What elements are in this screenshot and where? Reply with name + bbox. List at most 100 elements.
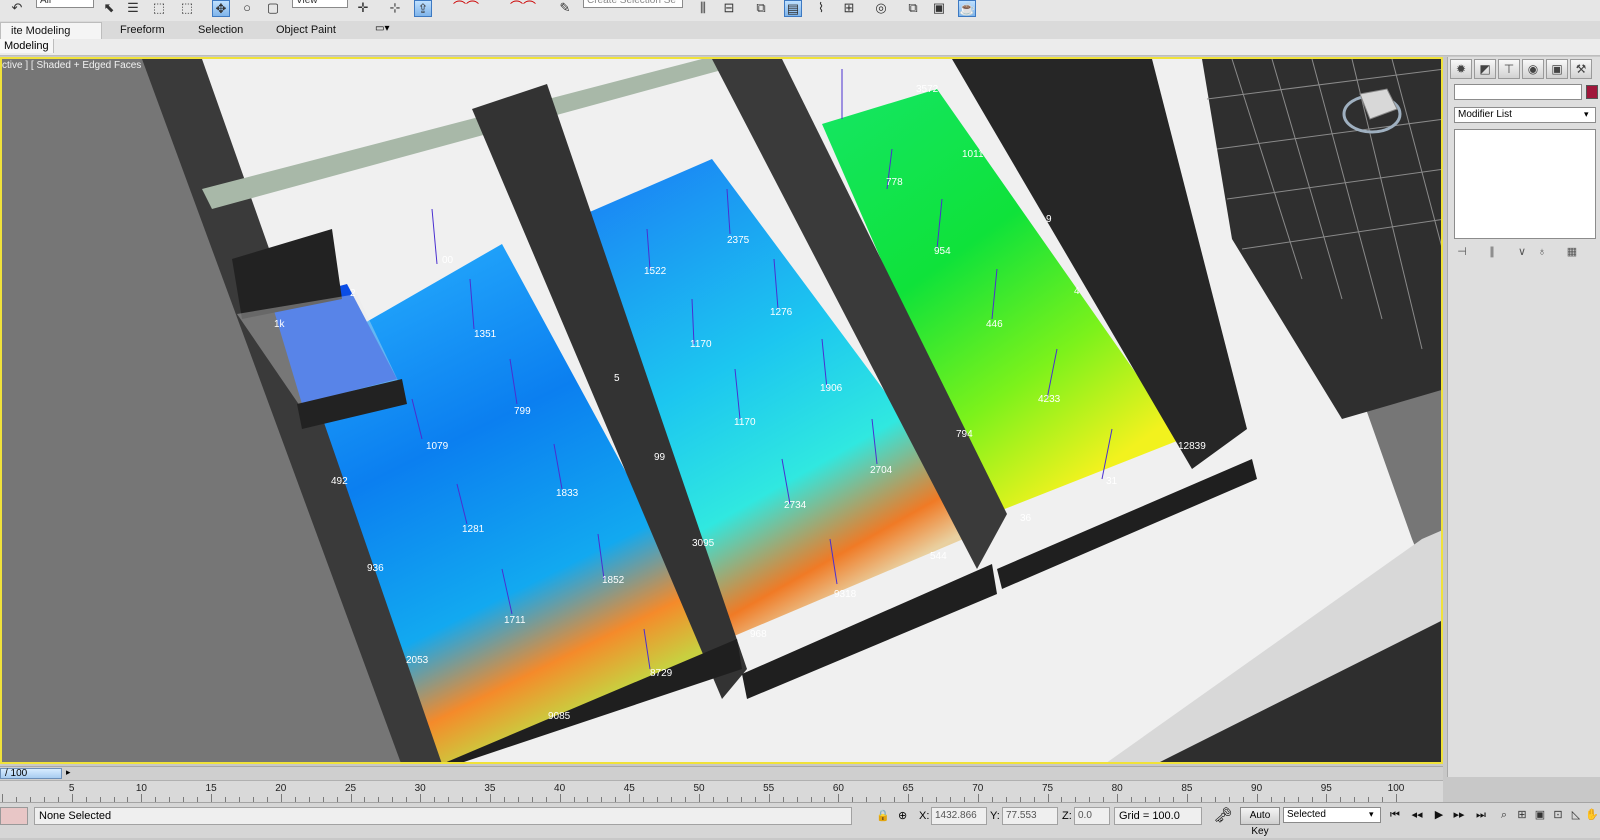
object-name-field[interactable] [1454,84,1582,100]
perspective-viewport[interactable]: 3572 1011 778 954 446 4233 794 9 4 12839 31 36 544 93… [0,57,1443,764]
set-key-icon[interactable]: 🗝 [1208,807,1238,825]
window-crossing-icon[interactable]: ⬚ [178,0,196,15]
modeling-panel-label[interactable]: Modeling [0,39,54,53]
modifier-list-dropdown[interactable]: Modifier List [1454,107,1596,123]
modifier-stack[interactable] [1454,129,1596,239]
align-icon[interactable]: ⊟ [720,0,738,15]
frame-tick [699,794,700,802]
undo-icon[interactable]: ↶ [8,0,26,15]
display-icon[interactable]: ▣ [1546,59,1568,79]
render-production-button[interactable]: ☕ [958,0,976,17]
ribbon-tab-bar: ite Modeling Tools Freeform Selection Ob… [0,21,1600,53]
key-filter-dropdown[interactable]: Selected [1283,807,1381,823]
frame-tick-label: 45 [623,783,635,794]
illuminance-value: 9 [1046,214,1052,225]
curve-editor-icon[interactable]: ⌇ [812,0,830,15]
remove-modifier-icon[interactable]: ♁ [1534,245,1550,259]
tab-freeform[interactable]: Freeform [110,22,175,38]
illuminance-value: 446 [986,319,1003,330]
snap-toggle-icon[interactable]: ⌒⌒ [446,0,486,15]
select-by-name-icon[interactable]: ☰ [124,0,142,15]
y-coord-field[interactable]: 77.553 [1002,807,1058,825]
illuminance-value: 2375 [727,235,750,246]
illuminance-value: 8729 [650,668,673,679]
command-panel: ✹ ◩ ⊤ ◉ ▣ ⚒ Modifier List ▾ ⊣ ∥ ∨ ♁ ▦ [1447,57,1600,777]
utilities-icon[interactable]: ⚒ [1570,59,1592,79]
maxscript-listener[interactable] [0,807,28,825]
zoom-extents-all-icon[interactable]: ⊡ [1550,807,1566,823]
frame-tick [211,794,213,802]
illuminance-value: 1k [274,319,286,330]
schematic-view-icon[interactable]: ⊞ [840,0,858,15]
illuminance-value: 2053 [406,655,429,666]
hierarchy-icon[interactable]: ⊤ [1498,59,1520,79]
selection-filter-dropdown[interactable]: All [36,0,94,8]
frame-tick-label: 65 [902,783,914,794]
rendered-frame-icon[interactable]: ▣ [930,0,948,15]
scale-icon[interactable]: ▢ [264,0,282,15]
mirror-icon[interactable]: ⫼ [694,0,712,15]
zoom-icon[interactable]: ⌕ [1496,807,1512,823]
move-tool-button[interactable]: ✥ [212,0,230,17]
pivot-icon[interactable]: ✛ [354,0,372,15]
layer-manager-icon[interactable]: ⧉ [752,0,770,15]
time-slider[interactable]: / 100 ▸ [0,766,1443,781]
create-icon[interactable]: ✹ [1450,59,1472,79]
ribbon-options-icon[interactable]: ▭▾ [375,23,389,34]
frame-tick [1326,794,1328,802]
next-frame-icon[interactable]: ▸▸ [1450,807,1468,823]
zoom-extents-icon[interactable]: ▣ [1532,807,1548,823]
field-of-view-icon[interactable]: ◺ [1568,807,1584,823]
keyboard-shortcut-button[interactable]: ⇪ [414,0,432,17]
graphite-toggle-button[interactable]: ▤ [784,0,802,17]
tab-selection[interactable]: Selection [188,22,253,38]
frame-tick-label: 85 [1181,783,1193,794]
lock-selection-icon[interactable]: 🔒 [876,809,890,822]
edit-named-selection-icon[interactable]: ✎ [556,0,574,15]
reference-coord-dropdown[interactable]: View [292,0,348,8]
z-coord-field[interactable]: 0.0 [1074,807,1110,825]
illuminance-value: 9085 [548,711,571,722]
angle-snap-icon[interactable]: ⌒⌒ [500,0,546,15]
teapot-icon: ☕ [959,1,976,16]
render-setup-icon[interactable]: ⧉ [904,0,922,15]
select-object-icon[interactable]: ⬉ [100,0,118,15]
auto-key-button[interactable]: Auto Key [1240,807,1280,837]
goto-end-icon[interactable]: ⏭ [1472,807,1490,823]
frame-tick [489,794,491,802]
previous-frame-icon[interactable]: ◂◂ [1408,807,1426,823]
pin-stack-icon[interactable]: ⊣ [1454,245,1470,259]
play-icon[interactable]: ▶ [1430,807,1448,823]
material-editor-icon[interactable]: ◎ [872,0,890,15]
illuminance-value: 4233 [1038,394,1061,405]
zoom-all-icon[interactable]: ⊞ [1514,807,1530,823]
configure-sets-icon[interactable]: ▦ [1564,245,1580,259]
goto-start-icon[interactable]: ⏮ [1386,807,1404,823]
pan-icon[interactable]: ✋ [1584,807,1600,823]
frame-tick-label: 25 [344,783,357,794]
viewport-label[interactable]: ctive ] [ Shaded + Edged Faces [2,60,141,71]
frame-tick [1256,794,1258,802]
manipulate-icon[interactable]: ⊹ [386,0,404,15]
show-end-result-icon[interactable]: ∥ [1484,245,1500,259]
illuminance-value: 492 [331,476,348,487]
illuminance-value: 778 [886,177,903,188]
motion-icon[interactable]: ◉ [1522,59,1544,79]
illuminance-value: 1906 [820,383,843,394]
track-bar[interactable]: 5 10 15 20 25 30 35 40 45 50 55 60 65 70 75 80 85 90 95 100 [0,780,1443,803]
tab-object-paint[interactable]: Object Paint [266,22,346,38]
y-label: Y: [990,810,1000,822]
object-color-swatch[interactable] [1586,85,1598,99]
next-frame-arrow-icon[interactable]: ▸ [66,767,71,778]
time-slider-thumb[interactable]: / 100 [0,768,62,779]
illuminance-value: 1852 [602,575,625,586]
absolute-mode-icon[interactable]: ⊕ [898,809,907,822]
rotate-icon[interactable]: ○ [238,0,256,15]
named-selection-set-dropdown[interactable]: Create Selection Se [583,0,683,8]
rect-selection-icon[interactable]: ⬚ [150,0,168,15]
tab-graphite-modeling-tools[interactable]: ite Modeling Tools [0,22,102,53]
illuminance-value: 968 [750,629,767,640]
modify-icon[interactable]: ◩ [1474,59,1496,79]
x-coord-field[interactable]: 1432.866 [931,807,987,825]
make-unique-icon[interactable]: ∨ [1514,245,1530,259]
